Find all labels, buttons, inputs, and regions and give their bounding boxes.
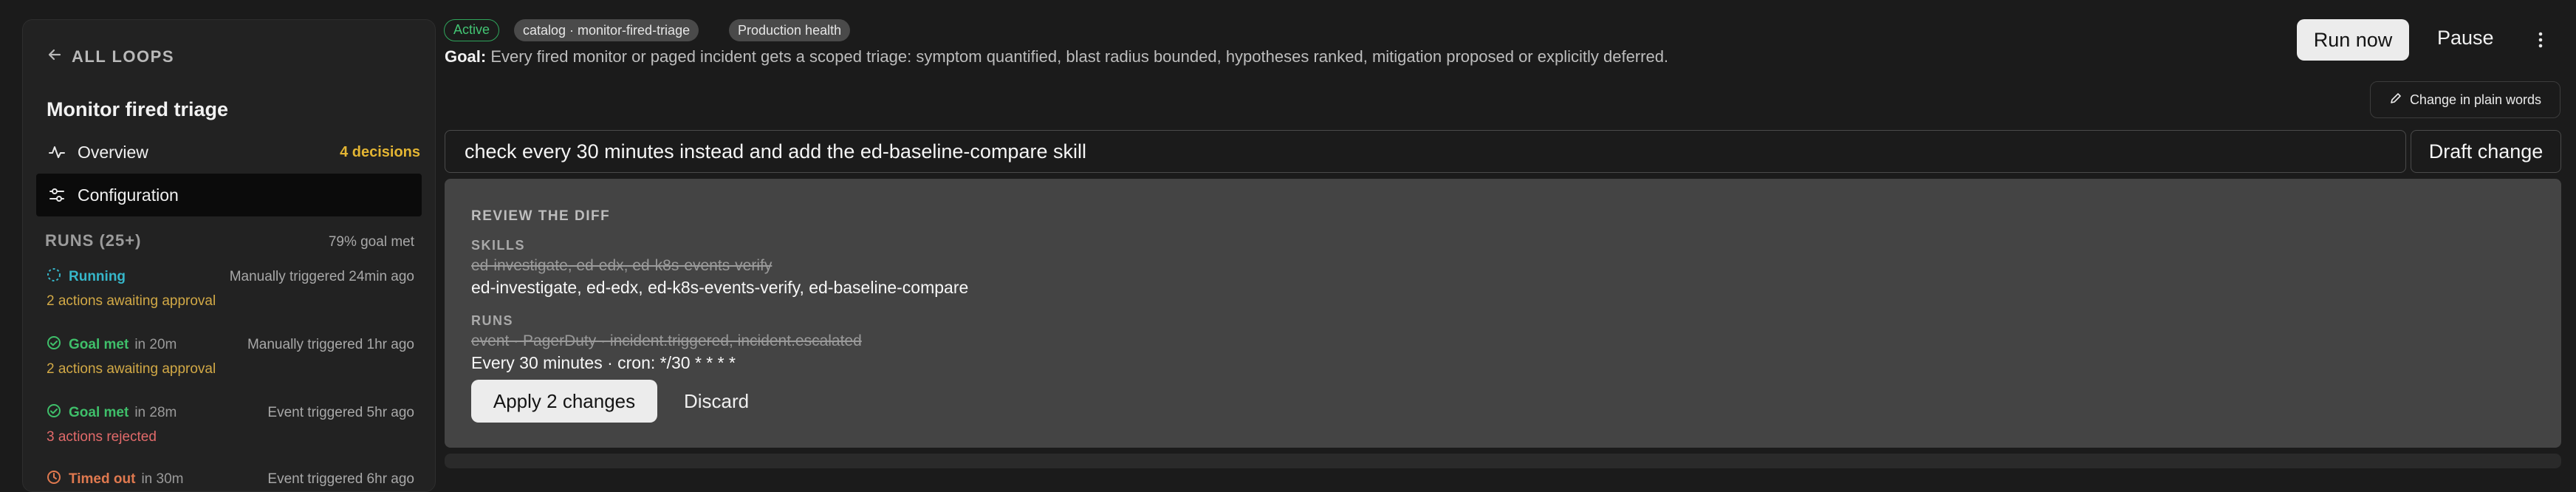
run-duration: in 30m xyxy=(141,471,184,487)
spinner-icon xyxy=(47,267,61,287)
skills-old-value: ed-investigate, ed-edx, ed-k8s-events-ve… xyxy=(471,257,773,274)
check-circle-icon xyxy=(47,403,61,423)
activity-icon xyxy=(48,143,67,162)
skills-section-label: SKILLS xyxy=(471,238,526,253)
run-item[interactable]: Running Manually triggered 24min ago 2 a… xyxy=(47,267,432,310)
run-now-button[interactable]: Run now xyxy=(2297,19,2409,61)
run-status: Timed out xyxy=(69,471,136,487)
runs-goal-percentage: 79% goal met xyxy=(328,234,414,250)
catalog-chip: catalog · monitor-fired-triage xyxy=(514,19,699,41)
goal-label: Goal: xyxy=(445,47,487,66)
back-label: ALL LOOPS xyxy=(72,47,174,66)
run-trigger: Event triggered 5hr ago xyxy=(267,405,414,420)
runs-new-value: Every 30 minutes · cron: */30 * * * * xyxy=(471,353,736,372)
run-status: Goal met xyxy=(69,337,129,352)
back-to-all-loops-link[interactable]: ALL LOOPS xyxy=(47,47,174,67)
run-item[interactable]: Timed out in 30m Event triggered 6hr ago xyxy=(47,469,432,490)
status-badge-active: Active xyxy=(444,19,500,41)
runs-old-value: event · PagerDuty · incident.triggered, … xyxy=(471,332,862,349)
pause-button[interactable]: Pause xyxy=(2437,27,2494,49)
run-status: Running xyxy=(69,269,126,284)
nav-item-overview[interactable]: Overview 4 decisions xyxy=(36,134,420,171)
pencil-icon xyxy=(2389,92,2402,109)
category-chip: Production health xyxy=(729,19,851,41)
nav-item-configuration[interactable]: Configuration xyxy=(36,174,422,216)
draft-change-button[interactable]: Draft change xyxy=(2411,130,2561,173)
run-trigger: Manually triggered 1hr ago xyxy=(247,337,414,352)
clock-icon xyxy=(47,470,61,489)
run-duration: in 28m xyxy=(134,405,177,420)
run-note: 3 actions rejected xyxy=(47,429,157,445)
change-in-plain-words-button[interactable]: Change in plain words xyxy=(2370,81,2560,118)
arrow-left-icon xyxy=(47,47,63,67)
nav-overview-label: Overview xyxy=(78,142,148,162)
skills-new-value: ed-investigate, ed-edx, ed-k8s-events-ve… xyxy=(471,278,969,297)
apply-changes-button[interactable]: Apply 2 changes xyxy=(471,380,657,423)
change-in-plain-words-label: Change in plain words xyxy=(2409,92,2542,107)
run-note: 2 actions awaiting approval xyxy=(47,293,216,309)
run-item[interactable]: Goal met in 28m Event triggered 5hr ago … xyxy=(47,403,432,445)
discard-button[interactable]: Discard xyxy=(684,390,749,413)
sliders-icon xyxy=(48,185,67,205)
more-options-icon[interactable] xyxy=(2536,30,2545,52)
runs-section-label: RUNS xyxy=(471,313,514,328)
run-duration: in 20m xyxy=(134,337,177,352)
run-trigger: Event triggered 6hr ago xyxy=(267,471,414,487)
run-trigger: Manually triggered 24min ago xyxy=(229,269,414,284)
run-item[interactable]: Goal met in 20m Manually triggered 1hr a… xyxy=(47,335,432,377)
next-panel-edge xyxy=(445,454,2561,468)
sidebar: ALL LOOPS Monitor fired triage Overview … xyxy=(22,19,436,492)
check-circle-icon xyxy=(47,335,61,355)
decisions-badge: 4 decisions xyxy=(340,143,420,160)
goal-line: Goal: Every fired monitor or paged incid… xyxy=(445,47,1668,66)
diff-title: REVIEW THE DIFF xyxy=(471,208,611,224)
runs-header: RUNS (25+) xyxy=(45,231,142,250)
goal-text: Every fired monitor or paged incident ge… xyxy=(490,47,1669,66)
run-note: 2 actions awaiting approval xyxy=(47,361,216,377)
run-status: Goal met xyxy=(69,405,129,420)
loop-title: Monitor fired triage xyxy=(47,98,229,120)
change-request-input[interactable]: check every 30 minutes instead and add t… xyxy=(445,130,2406,173)
diff-panel: REVIEW THE DIFF SKILLS ed-investigate, e… xyxy=(445,179,2561,448)
nav-configuration-label: Configuration xyxy=(78,185,179,205)
